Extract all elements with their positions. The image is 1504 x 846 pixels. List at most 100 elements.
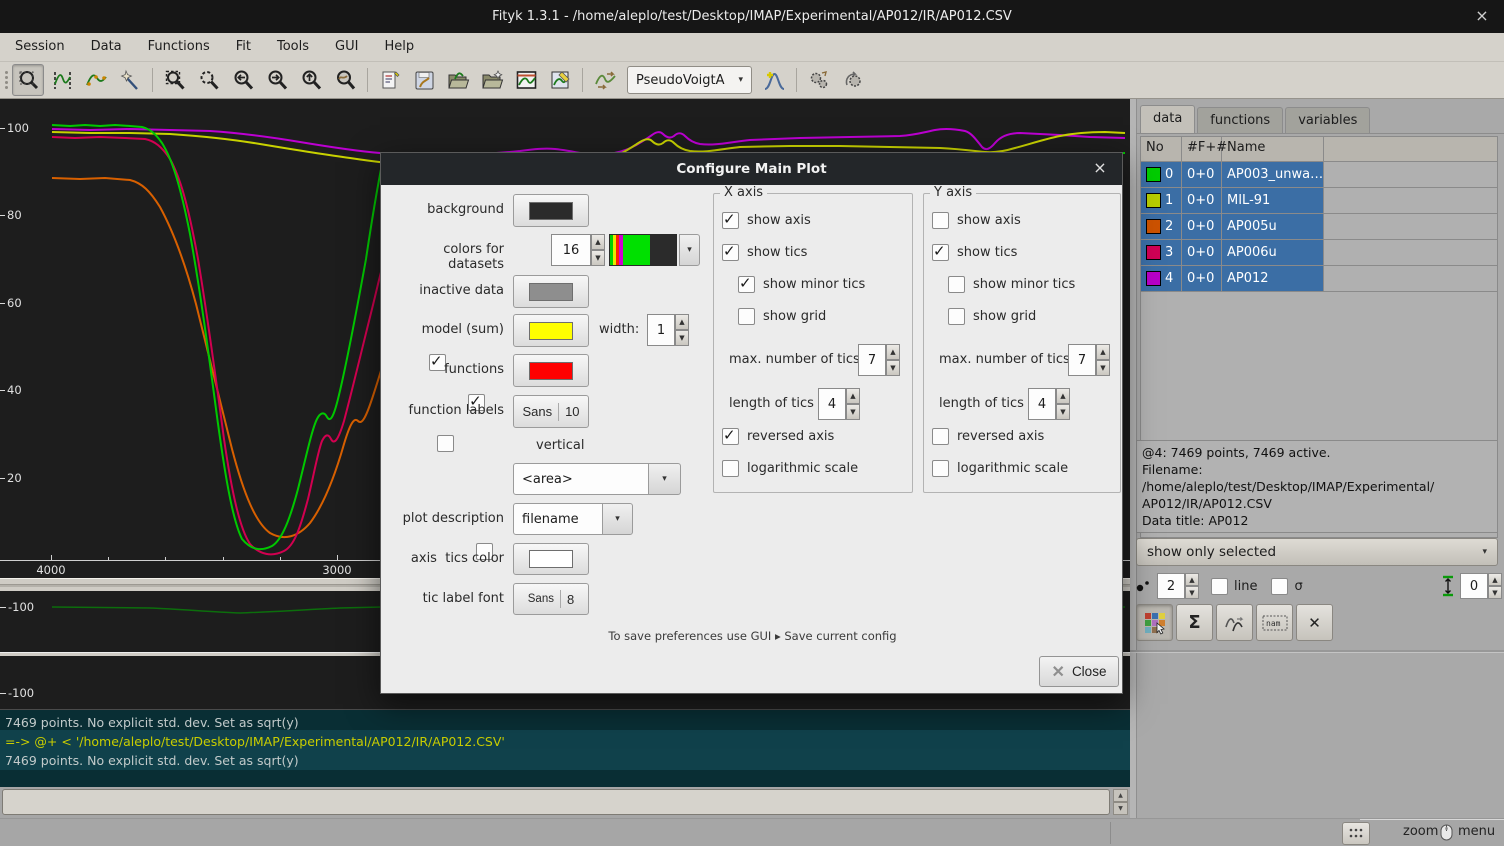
point-size-stepper[interactable]: 2 ▲▼ [1157,573,1199,599]
y-reversed-axis-checkbox[interactable] [932,428,949,445]
dataset-color-swatch[interactable] [1146,271,1161,286]
y-tick-label: 40 [7,383,22,397]
tab-data[interactable]: data [1140,105,1195,133]
inactive-data-color-button[interactable] [513,275,589,308]
show-filter-select[interactable]: show only selected ▾ [1136,538,1498,566]
x-max-tics-stepper[interactable]: 7▲▼ [858,344,900,376]
model-color-swatch [529,322,573,340]
x-axis-group: X axis show axis show tics show minor ti… [713,193,913,493]
menu-functions[interactable]: Functions [135,33,223,61]
functions-color-button[interactable] [513,354,589,387]
rename-button[interactable]: nam [1256,604,1293,641]
add-function-icon[interactable] [758,64,790,96]
plot-description-label: plot description [384,511,504,526]
dialog-close-icon[interactable]: × [1090,158,1110,178]
menu-fit[interactable]: Fit [223,33,264,61]
model-color-button[interactable] [513,314,589,347]
x-length-tics-stepper[interactable]: 4▲▼ [818,388,860,420]
background-color-button[interactable] [513,194,589,227]
axis-tics-color-button[interactable] [513,543,589,575]
dataset-color-count-stepper[interactable]: 16 ▲▼ [551,234,605,266]
table-row[interactable]: 4 0+0 AP012 [1141,266,1497,292]
x-show-minor-tics-checkbox[interactable] [738,276,755,293]
description-select[interactable]: filename [513,503,603,535]
dataset-color-swatch[interactable] [1146,167,1161,182]
palette-dropdown-button[interactable]: ▾ [679,234,700,266]
dataset-color-swatch[interactable] [1146,193,1161,208]
y-show-tics-checkbox[interactable] [932,244,949,261]
menu-data[interactable]: Data [78,33,135,61]
close-button[interactable]: ✕ Close [1039,656,1119,687]
dialog-titlebar[interactable]: Configure Main Plot × [381,153,1122,185]
data-transform-icon[interactable] [589,64,621,96]
dataset-color-swatch[interactable] [1146,219,1161,234]
add-peak-mode-icon[interactable] [80,64,112,96]
x-show-grid-checkbox[interactable] [738,308,755,325]
activate-wand-icon[interactable] [114,64,146,96]
zoom-right-icon[interactable] [261,64,293,96]
tic-label-font-button[interactable]: Sans 8 [513,583,589,615]
sidebar: data functions variables No #F+# Name 0 … [1130,99,1504,818]
line-checkbox[interactable] [1211,578,1228,595]
script-log-icon[interactable] [374,64,406,96]
sigma-checkbox[interactable] [1271,578,1288,595]
toolbar-grip[interactable] [2,67,10,93]
y-show-grid-checkbox[interactable] [948,308,965,325]
zoom-select-mode-icon[interactable] [12,64,44,96]
undo-zoom-icon[interactable] [329,64,361,96]
delete-dataset-button[interactable]: ✕ [1296,604,1333,641]
dataset-color-swatch[interactable] [1146,245,1161,260]
console-line: =-> @+ < '/home/aleplo/test/Desktop/IMAP… [5,734,505,749]
open-data-merge-icon[interactable] [476,64,508,96]
mouse-hints-icon[interactable] [1342,822,1370,845]
y-log-scale-checkbox[interactable] [932,460,949,477]
x-show-tics-checkbox[interactable] [722,244,739,261]
command-input[interactable] [2,789,1110,815]
description-dropdown[interactable]: ▾ [602,503,633,535]
table-row[interactable]: 3 0+0 AP006u [1141,240,1497,266]
output-console[interactable]: 7469 points. No explicit std. dev. Set a… [0,709,1130,788]
command-history-spinner[interactable]: ▲▼ [1113,789,1128,815]
table-row[interactable]: 0 0+0 AP003_unwa… [1141,162,1497,188]
zoom-up-icon[interactable] [295,64,327,96]
use-dataset-colors-button[interactable] [1136,604,1173,641]
save-session-icon[interactable] [408,64,440,96]
zoom-vertically-icon[interactable] [193,64,225,96]
dataset-palette-preview[interactable] [609,234,677,266]
fit-run-icon[interactable] [803,64,835,96]
menu-tools[interactable]: Tools [264,33,322,61]
tab-variables[interactable]: variables [1285,107,1370,133]
label-format-select[interactable]: <area> [513,463,649,495]
axis-tics-color-label: axis tics color [384,551,504,566]
window-close-icon[interactable]: × [1472,6,1492,26]
function-type-select[interactable]: PseudoVoigtA ▾ [627,66,752,94]
export-data-icon[interactable] [544,64,576,96]
menu-gui[interactable]: GUI [322,33,371,61]
x-reversed-axis-checkbox[interactable] [722,428,739,445]
function-labels-checkbox[interactable] [437,435,454,452]
y-length-tics-stepper[interactable]: 4▲▼ [1028,388,1070,420]
function-label-font-button[interactable]: Sans 10 [513,395,589,428]
y-show-minor-tics-checkbox[interactable] [948,276,965,293]
y-axis-group: Y axis show axis show tics show minor ti… [923,193,1121,493]
shift-stepper[interactable]: 0 ▲▼ [1460,573,1502,599]
show-sum-button[interactable]: Σ [1176,604,1213,641]
x-show-axis-checkbox[interactable] [722,212,739,229]
table-row[interactable]: 1 0+0 MIL-91 [1141,188,1497,214]
label-format-dropdown[interactable]: ▾ [648,463,681,495]
copy-plot-icon[interactable] [510,64,542,96]
menu-help[interactable]: Help [371,33,427,61]
x-log-scale-checkbox[interactable] [722,460,739,477]
zoom-left-icon[interactable] [227,64,259,96]
model-width-stepper[interactable]: 1 ▲▼ [647,314,689,346]
fit-undo-icon[interactable] [837,64,869,96]
y-max-tics-stepper[interactable]: 7▲▼ [1068,344,1110,376]
tab-functions[interactable]: functions [1197,107,1283,133]
zoom-all-icon[interactable] [159,64,191,96]
open-data-icon[interactable] [442,64,474,96]
data-range-mode-icon[interactable] [46,64,78,96]
y-show-axis-checkbox[interactable] [932,212,949,229]
table-row[interactable]: 2 0+0 AP005u [1141,214,1497,240]
copy-functions-button[interactable] [1216,604,1253,641]
menu-session[interactable]: Session [2,33,78,61]
